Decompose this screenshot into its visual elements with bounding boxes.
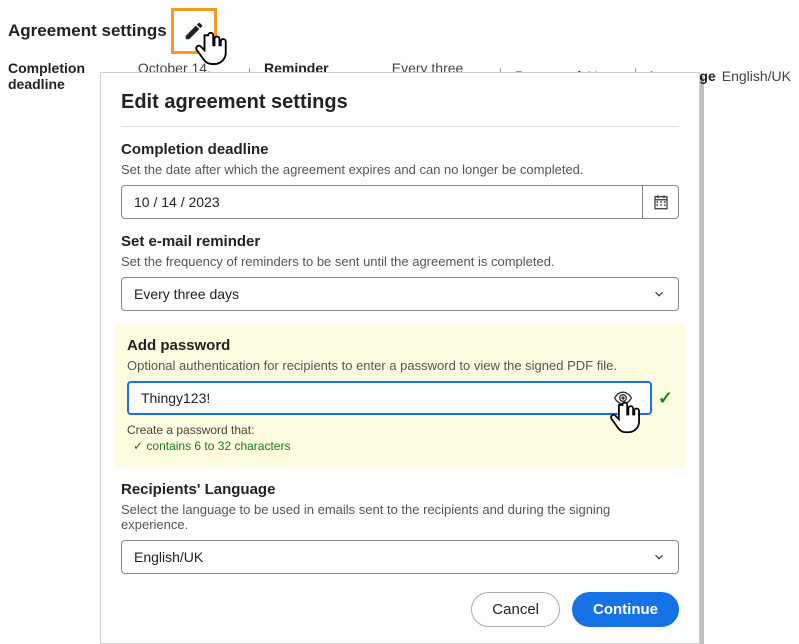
dialog-title: Edit agreement settings xyxy=(121,91,679,127)
cancel-button[interactable]: Cancel xyxy=(471,592,560,627)
section-language: Recipients' Language Select the language… xyxy=(121,481,679,574)
chevron-down-icon xyxy=(652,550,666,564)
dialog-footer: Cancel Continue xyxy=(121,592,679,627)
reminder-value: Every three days xyxy=(134,286,239,302)
reminder-help: Set the frequency of reminders to be sen… xyxy=(121,254,679,269)
deadline-label: Completion deadline xyxy=(121,141,679,158)
password-hint-title: Create a password that: xyxy=(127,423,673,437)
password-label: Add password xyxy=(127,337,673,354)
section-password: Add password Optional authentication for… xyxy=(115,325,685,467)
chevron-down-icon xyxy=(652,287,666,301)
deadline-input[interactable] xyxy=(122,186,642,218)
section-reminder: Set e-mail reminder Set the frequency of… xyxy=(121,233,679,311)
summary-language-value: English/UK xyxy=(722,68,791,84)
calendar-button[interactable] xyxy=(642,186,678,218)
deadline-help: Set the date after which the agreement e… xyxy=(121,162,679,177)
continue-button[interactable]: Continue xyxy=(572,592,679,627)
language-select[interactable]: English/UK xyxy=(121,540,679,574)
password-help: Optional authentication for recipients t… xyxy=(127,358,673,373)
reminder-select[interactable]: Every three days xyxy=(121,277,679,311)
password-hint-rule: ✓ contains 6 to 32 characters xyxy=(127,439,673,453)
edit-agreement-button[interactable] xyxy=(171,8,217,54)
calendar-icon xyxy=(652,193,670,211)
language-value: English/UK xyxy=(134,549,203,565)
reminder-label: Set e-mail reminder xyxy=(121,233,679,250)
cursor-pointer-icon xyxy=(192,29,232,69)
edit-agreement-dialog: Edit agreement settings Completion deadl… xyxy=(100,72,700,644)
cursor-pointer-icon xyxy=(607,399,645,437)
page-title: Agreement settings xyxy=(8,21,167,41)
language-help: Select the language to be used in emails… xyxy=(121,502,679,532)
check-icon: ✓ xyxy=(658,388,673,409)
password-input[interactable] xyxy=(127,381,652,415)
language-label: Recipients' Language xyxy=(121,481,679,498)
section-deadline: Completion deadline Set the date after w… xyxy=(121,141,679,219)
deadline-field[interactable] xyxy=(121,185,679,219)
